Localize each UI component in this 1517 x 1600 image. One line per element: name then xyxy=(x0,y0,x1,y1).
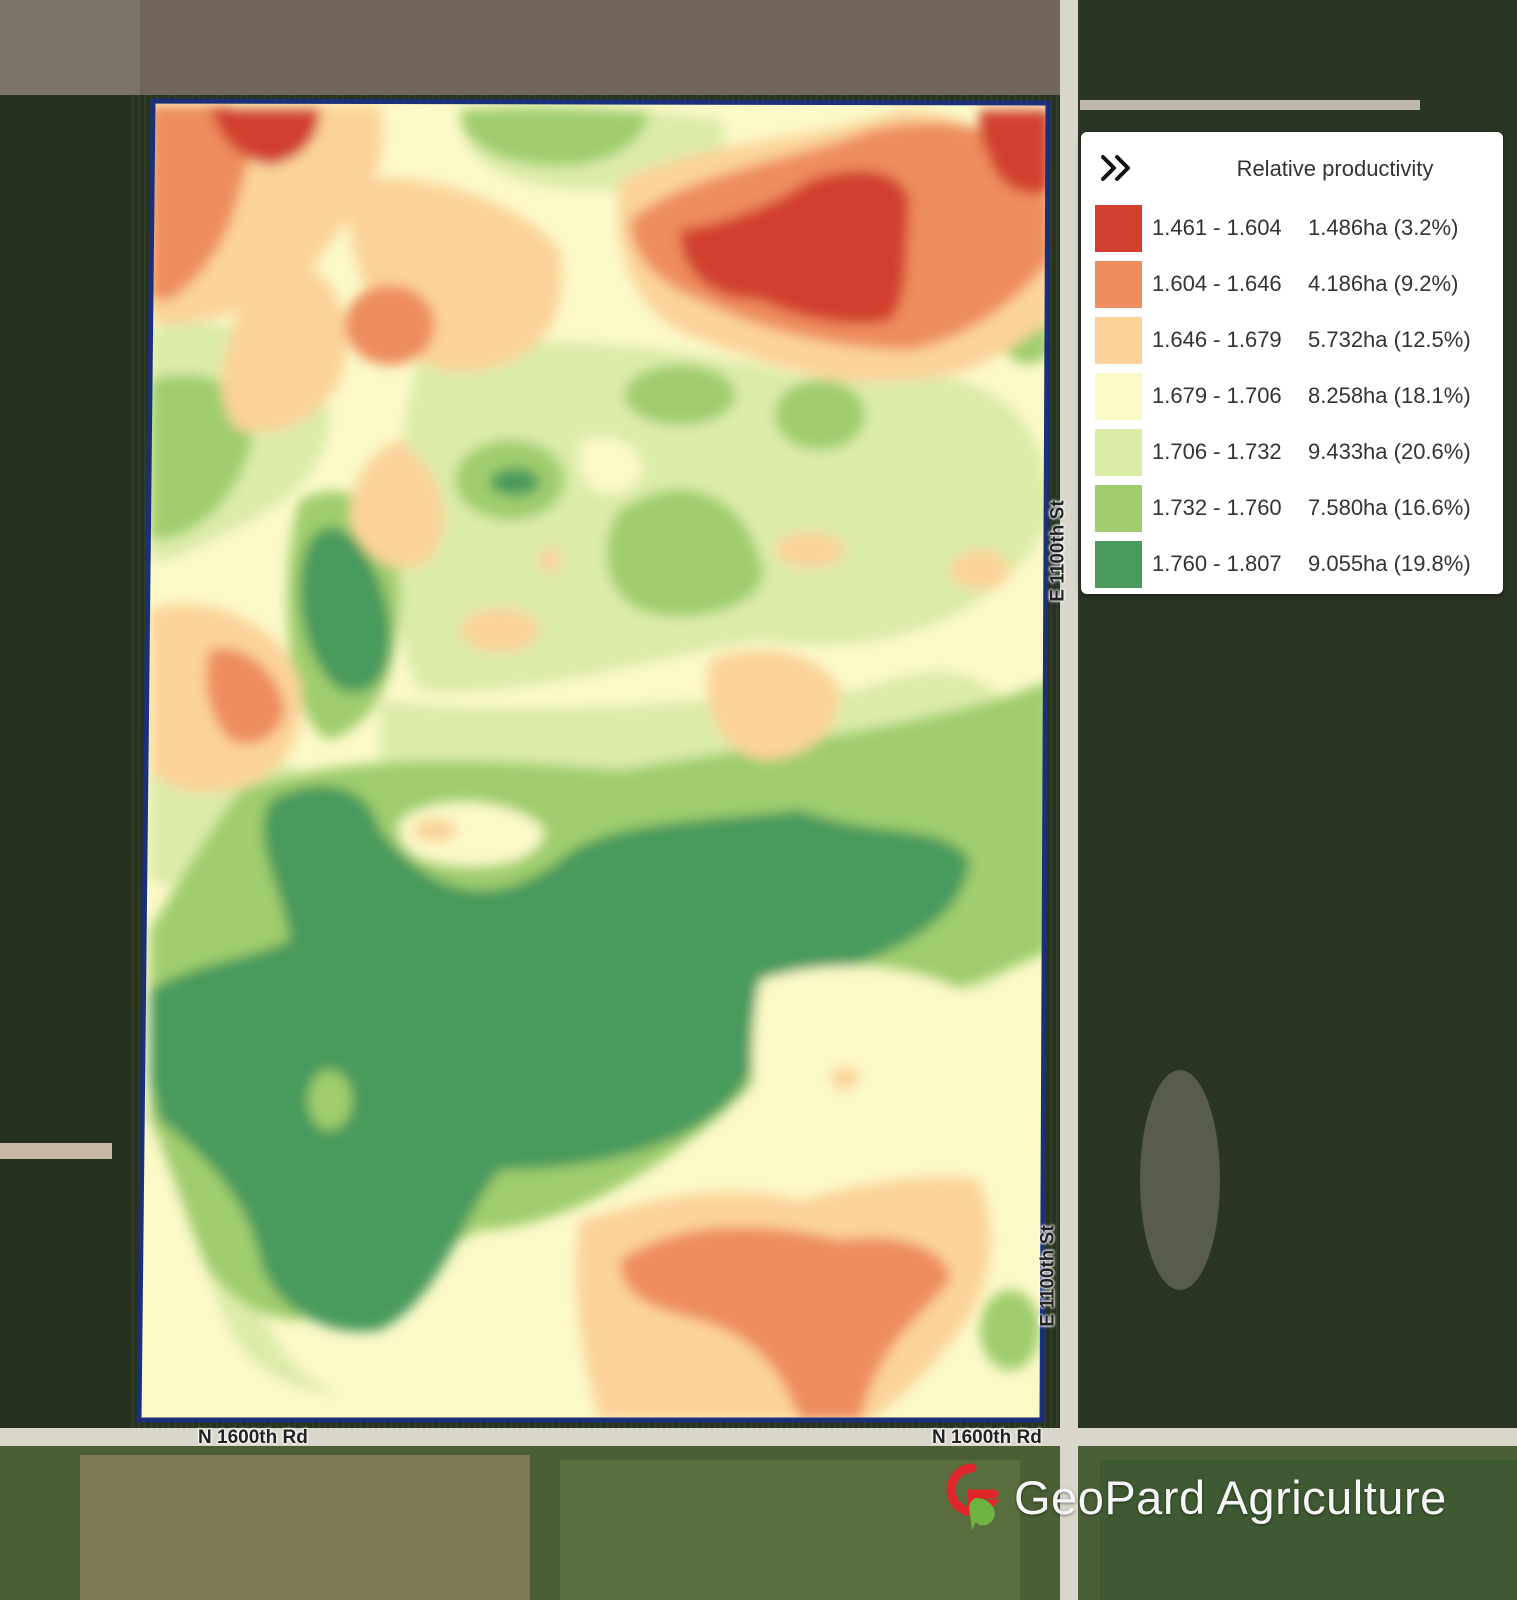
legend-area-label: 9.055ha (19.8%) xyxy=(1308,551,1471,576)
legend-class-row: 1.706 - 1.732 9.433ha (20.6%) xyxy=(1095,424,1493,480)
legend-class-row: 1.760 - 1.807 9.055ha (19.8%) xyxy=(1095,536,1493,592)
legend-color-swatch xyxy=(1095,484,1142,532)
legend-class-row: 1.732 - 1.760 7.580ha (16.6%) xyxy=(1095,480,1493,536)
legend-class-row: 1.679 - 1.706 8.258ha (18.1%) xyxy=(1095,368,1493,424)
legend-range-label: 1.706 - 1.732 xyxy=(1152,439,1282,464)
legend-range-label: 1.760 - 1.807 xyxy=(1152,551,1282,576)
productivity-zones xyxy=(139,101,1048,1420)
legend-area-label: 8.258ha (18.1%) xyxy=(1308,383,1471,408)
legend-area-label: 1.486ha (3.2%) xyxy=(1308,215,1459,240)
road-label-east-bottom: E 1100th St xyxy=(1037,1225,1059,1327)
legend-range-label: 1.679 - 1.706 xyxy=(1152,383,1282,408)
legend-color-swatch xyxy=(1095,260,1142,308)
legend-range-label: 1.604 - 1.646 xyxy=(1152,271,1282,296)
legend-color-swatch xyxy=(1095,428,1142,476)
road-label-south-left: N 1600th Rd xyxy=(198,1427,308,1448)
legend-area-label: 4.186ha (9.2%) xyxy=(1308,271,1459,296)
legend-color-swatch xyxy=(1095,204,1142,252)
legend-area-label: 9.433ha (20.6%) xyxy=(1308,439,1471,464)
legend-color-swatch xyxy=(1095,372,1142,420)
brand-name: GeoPard Agriculture xyxy=(1014,1470,1447,1524)
legend-panel: Relative productivity 1.461 - 1.604 1.486… xyxy=(1081,132,1503,594)
road-label-east-top: E 1100th St xyxy=(1047,500,1069,602)
brand-watermark: GeoPard Agriculture xyxy=(942,1462,1447,1532)
legend-area-label: 5.732ha (12.5%) xyxy=(1308,327,1471,352)
legend-color-swatch xyxy=(1095,540,1142,588)
legend-range-label: 1.732 - 1.760 xyxy=(1152,495,1282,520)
legend-class-row: 1.604 - 1.646 4.186ha (9.2%) xyxy=(1095,256,1493,312)
geopard-logo-icon xyxy=(946,1463,1000,1530)
legend-area-label: 7.580ha (16.6%) xyxy=(1308,495,1471,520)
legend-class-row: 1.461 - 1.604 1.486ha (3.2%) xyxy=(1095,200,1493,256)
legend-title: Relative productivity xyxy=(1236,156,1434,181)
legend-range-label: 1.461 - 1.604 xyxy=(1152,215,1282,240)
road-label-south-right: N 1600th Rd xyxy=(932,1427,1042,1448)
legend-class-row: 1.646 - 1.679 5.732ha (12.5%) xyxy=(1095,312,1493,368)
legend-color-swatch xyxy=(1095,316,1142,364)
legend-class-list: 1.461 - 1.604 1.486ha (3.2%) 1.604 - 1.646… xyxy=(1095,200,1493,592)
legend-range-label: 1.646 - 1.679 xyxy=(1152,327,1282,352)
